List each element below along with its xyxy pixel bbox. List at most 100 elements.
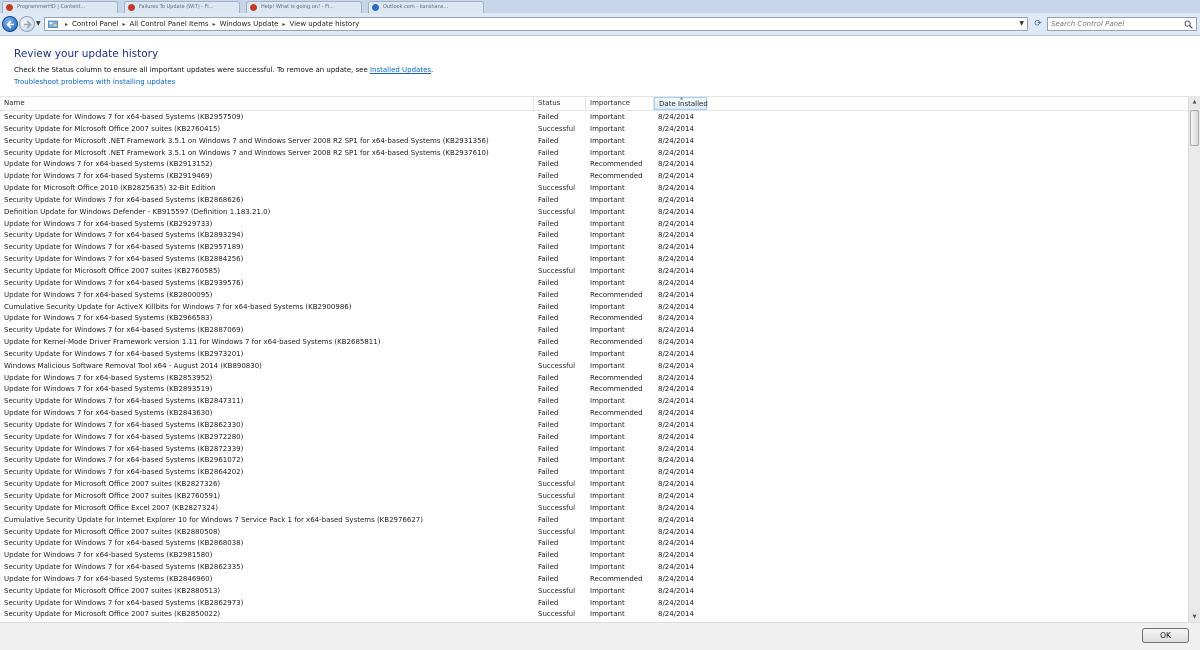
- update-row[interactable]: Update for Microsoft Office 2010 (KB2825…: [0, 183, 1188, 195]
- update-row[interactable]: Update for Kernel-Mode Driver Framework …: [0, 337, 1188, 349]
- update-row[interactable]: Security Update for Microsoft Office 200…: [0, 527, 1188, 539]
- update-date-installed: 8/24/2014: [658, 563, 694, 572]
- update-rows: Security Update for Windows 7 for x64-ba…: [0, 112, 1188, 621]
- troubleshoot-link[interactable]: Troubleshoot problems with installing up…: [14, 78, 175, 86]
- update-row[interactable]: Definition Update for Windows Defender -…: [0, 207, 1188, 219]
- update-row[interactable]: Update for Windows 7 for x64-based Syste…: [0, 290, 1188, 302]
- update-row[interactable]: Cumulative Security Update for Internet …: [0, 515, 1188, 527]
- refresh-button[interactable]: ⟳: [1031, 17, 1045, 31]
- update-date-installed: 8/24/2014: [658, 480, 694, 489]
- address-dropdown-icon[interactable]: ▼: [1019, 18, 1024, 30]
- update-row[interactable]: Security Update for Windows 7 for x64-ba…: [0, 598, 1188, 610]
- update-row[interactable]: Update for Windows 7 for x64-based Syste…: [0, 171, 1188, 183]
- update-row[interactable]: Security Update for Windows 7 for x64-ba…: [0, 112, 1188, 124]
- update-row[interactable]: Update for Windows 7 for x64-based Syste…: [0, 373, 1188, 385]
- ok-button[interactable]: OK: [1142, 628, 1189, 643]
- update-row[interactable]: Security Update for Windows 7 for x64-ba…: [0, 230, 1188, 242]
- update-date-installed: 8/24/2014: [658, 278, 694, 287]
- update-row[interactable]: Security Update for Microsoft .NET Frame…: [0, 136, 1188, 148]
- update-row[interactable]: Update for Windows 7 for x64-based Syste…: [0, 408, 1188, 420]
- scrollbar-thumb[interactable]: [1190, 110, 1199, 146]
- update-importance: Important: [590, 432, 625, 441]
- update-importance: Important: [590, 420, 625, 429]
- column-header-name[interactable]: Name: [0, 97, 534, 110]
- update-row[interactable]: Security Update for Windows 7 for x64-ba…: [0, 195, 1188, 207]
- update-row[interactable]: Security Update for Microsoft .NET Frame…: [0, 148, 1188, 160]
- update-row[interactable]: Security Update for Microsoft Office 200…: [0, 266, 1188, 278]
- breadcrumb-item[interactable]: All Control Panel Items: [129, 20, 208, 28]
- back-button[interactable]: [2, 16, 18, 32]
- breadcrumb: ▸ Control Panel ▸ All Control Panel Items ▸ W…: [61, 18, 359, 31]
- update-date-installed: 8/24/2014: [658, 444, 694, 453]
- update-status: Failed: [538, 314, 559, 323]
- update-name: Security Update for Windows 7 for x64-ba…: [4, 243, 244, 252]
- update-row[interactable]: Update for Windows 7 for x64-based Syste…: [0, 219, 1188, 231]
- browser-tab[interactable]: ProgrammerHD | Content...: [2, 1, 118, 13]
- breadcrumb-item[interactable]: Windows Update: [220, 20, 279, 28]
- update-importance: Important: [590, 539, 625, 548]
- update-row[interactable]: Security Update for Windows 7 for x64-ba…: [0, 325, 1188, 337]
- update-importance: Recommended: [590, 574, 643, 583]
- update-row[interactable]: Security Update for Microsoft Office 200…: [0, 479, 1188, 491]
- update-row[interactable]: Cumulative Security Update for ActiveX K…: [0, 302, 1188, 314]
- update-row[interactable]: Security Update for Windows 7 for x64-ba…: [0, 242, 1188, 254]
- update-status: Successful: [538, 610, 576, 619]
- update-row[interactable]: Security Update for Microsoft Office 200…: [0, 124, 1188, 136]
- update-name: Security Update for Microsoft .NET Frame…: [4, 148, 489, 157]
- update-row[interactable]: Security Update for Windows 7 for x64-ba…: [0, 562, 1188, 574]
- browser-tab[interactable]: Failures To Update (WI7) - Fi...: [124, 1, 240, 13]
- update-date-installed: 8/24/2014: [658, 373, 694, 382]
- update-row[interactable]: Security Update for Microsoft Office 200…: [0, 586, 1188, 598]
- update-status: Successful: [538, 492, 576, 500]
- installed-updates-link[interactable]: Installed Updates: [370, 66, 431, 74]
- search-box[interactable]: [1047, 17, 1197, 31]
- recent-pages-dropdown[interactable]: ▼: [36, 20, 41, 27]
- update-status: Failed: [538, 468, 559, 477]
- update-row[interactable]: Update for Windows 7 for x64-based Syste…: [0, 550, 1188, 562]
- update-status: Successful: [538, 184, 576, 193]
- update-row[interactable]: Security Update for Windows 7 for x64-ba…: [0, 349, 1188, 361]
- update-row[interactable]: Update for Windows 7 for x64-based Syste…: [0, 313, 1188, 325]
- scroll-up-button[interactable]: ▲: [1189, 97, 1200, 108]
- breadcrumb-item[interactable]: View update history: [289, 20, 359, 28]
- column-header-importance[interactable]: Importance: [586, 97, 654, 110]
- update-date-installed: 8/24/2014: [658, 539, 694, 548]
- update-status: Successful: [538, 266, 576, 275]
- update-row[interactable]: Security Update for Windows 7 for x64-ba…: [0, 396, 1188, 408]
- breadcrumb-separator-icon[interactable]: ▸: [122, 19, 125, 31]
- breadcrumb-item[interactable]: Control Panel: [72, 20, 118, 28]
- search-input[interactable]: [1048, 18, 1181, 30]
- update-row[interactable]: Windows Malicious Software Removal Tool …: [0, 361, 1188, 373]
- update-row[interactable]: Security Update for Windows 7 for x64-ba…: [0, 455, 1188, 467]
- browser-tab[interactable]: Outlook.com - kanshans...: [368, 1, 484, 13]
- update-row[interactable]: Update for Windows 7 for x64-based Syste…: [0, 384, 1188, 396]
- breadcrumb-separator-icon[interactable]: ▸: [282, 19, 285, 31]
- update-row[interactable]: Security Update for Windows 7 for x64-ba…: [0, 467, 1188, 479]
- update-importance: Important: [590, 527, 625, 536]
- update-status: Failed: [538, 397, 559, 406]
- update-row[interactable]: Security Update for Windows 7 for x64-ba…: [0, 432, 1188, 444]
- browser-tab[interactable]: Help! What is going on! - Fi...: [246, 1, 362, 13]
- update-row[interactable]: Security Update for Microsoft Office 200…: [0, 609, 1188, 621]
- update-row[interactable]: Security Update for Windows 7 for x64-ba…: [0, 278, 1188, 290]
- update-row[interactable]: Security Update for Windows 7 for x64-ba…: [0, 254, 1188, 266]
- breadcrumb-separator-icon[interactable]: ▸: [65, 19, 68, 31]
- vertical-scrollbar[interactable]: ▲ ▼: [1188, 97, 1200, 623]
- update-row[interactable]: Security Update for Microsoft Office Exc…: [0, 503, 1188, 515]
- update-date-installed: 8/24/2014: [658, 113, 694, 121]
- update-row[interactable]: Security Update for Windows 7 for x64-ba…: [0, 538, 1188, 550]
- update-row[interactable]: Security Update for Microsoft Office 200…: [0, 491, 1188, 503]
- update-name: Cumulative Security Update for Internet …: [4, 515, 423, 524]
- update-status: Successful: [538, 503, 576, 512]
- update-name: Security Update for Microsoft .NET Frame…: [4, 136, 489, 145]
- update-row[interactable]: Update for Windows 7 for x64-based Syste…: [0, 159, 1188, 171]
- update-row[interactable]: Security Update for Windows 7 for x64-ba…: [0, 444, 1188, 456]
- address-field[interactable]: ▸ Control Panel ▸ All Control Panel Items ▸ W…: [44, 17, 1028, 31]
- forward-button[interactable]: [19, 16, 35, 32]
- breadcrumb-separator-icon[interactable]: ▸: [213, 19, 216, 31]
- update-status: Failed: [538, 551, 559, 560]
- column-header-status[interactable]: Status: [534, 97, 586, 110]
- update-row[interactable]: Update for Windows 7 for x64-based Syste…: [0, 574, 1188, 586]
- update-row[interactable]: Security Update for Windows 7 for x64-ba…: [0, 420, 1188, 432]
- control-panel-icon: [48, 20, 58, 28]
